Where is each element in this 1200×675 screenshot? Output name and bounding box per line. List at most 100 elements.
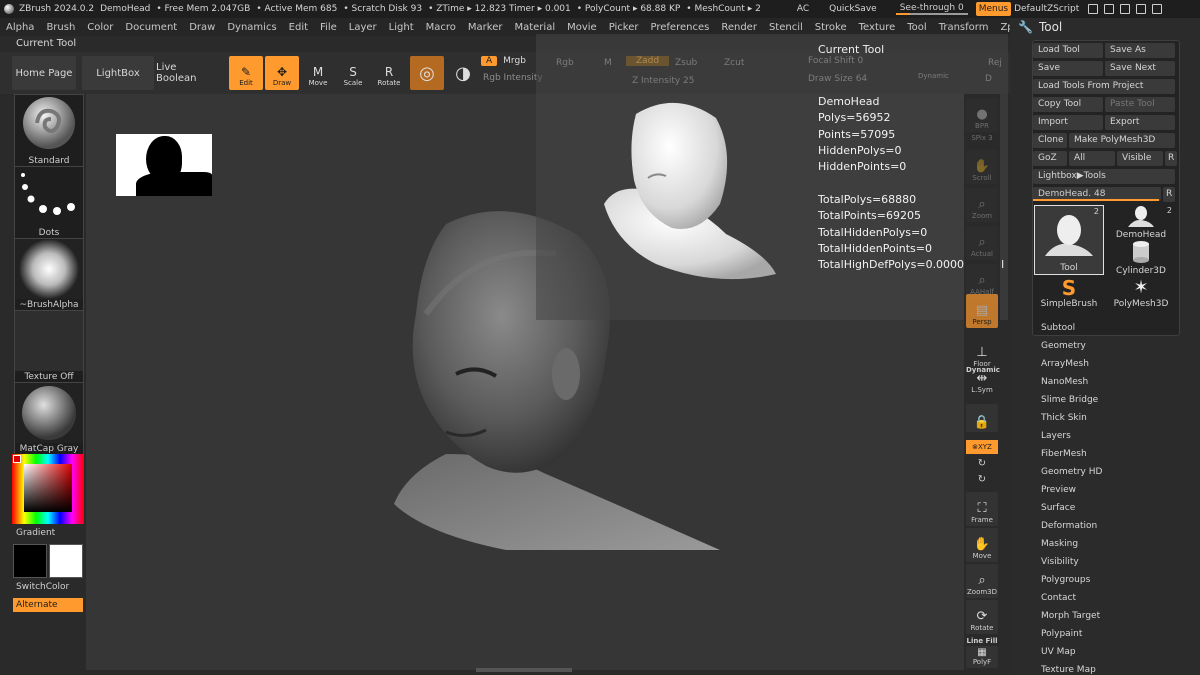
live-boolean-button[interactable]: Live Boolean (156, 56, 218, 90)
a-button[interactable]: A (481, 56, 498, 66)
subpalette-texture-map[interactable]: Texture Map (1041, 665, 1096, 675)
menu-picker[interactable]: Picker (603, 22, 645, 33)
tool-palette-header[interactable]: 🔧 Tool (1018, 20, 1062, 34)
subpalette-morph-target[interactable]: Morph Target (1041, 611, 1100, 621)
menu-texture[interactable]: Texture (853, 22, 902, 33)
goz-r-button[interactable]: R (1165, 151, 1177, 166)
subpalette-visibility[interactable]: Visibility (1041, 557, 1079, 567)
menu-stencil[interactable]: Stencil (763, 22, 809, 33)
window-icon[interactable] (1104, 4, 1115, 14)
clone-button[interactable]: Clone (1033, 133, 1067, 148)
home-page-button[interactable]: Home Page (12, 56, 76, 90)
thumb-polymesh3d[interactable]: ✶ PolyMesh3D (1106, 277, 1176, 313)
menu-edit[interactable]: Edit (283, 22, 314, 33)
ac-button[interactable]: AC (794, 4, 812, 14)
main-color-swatch[interactable] (49, 544, 83, 578)
export-button[interactable]: Export (1105, 115, 1175, 130)
edit-button[interactable]: ✎ Edit (229, 56, 263, 90)
subpalette-polypaint[interactable]: Polypaint (1041, 629, 1082, 639)
zoom3d-button[interactable]: ⌕ Zoom3D (966, 564, 998, 598)
zoom-button[interactable]: ⌕ Zoom (966, 188, 998, 222)
aahalf-button[interactable]: ⌕ AAHalf (966, 264, 998, 298)
lsym-button[interactable]: ⇹ L.Sym (966, 372, 998, 396)
lock-button[interactable]: 🔒 (966, 404, 998, 432)
polyf-button[interactable]: ▦ PolyF (966, 646, 998, 668)
alpha-picker[interactable]: ~BrushAlpha (14, 238, 84, 312)
sculptris-pro-button[interactable]: ◎ (410, 56, 444, 90)
menu-material[interactable]: Material (508, 22, 561, 33)
switchcolor-button[interactable]: SwitchColor (16, 582, 69, 592)
brush-mode-button[interactable]: ◑ (446, 56, 480, 90)
scale-button[interactable]: S Scale (336, 56, 370, 90)
rotate-button[interactable]: R Rotate (372, 56, 406, 90)
all-button[interactable]: All (1069, 151, 1115, 166)
frame-button[interactable]: ⛶ Frame (966, 492, 998, 526)
scroll-button[interactable]: ✋ Scroll (966, 150, 998, 184)
subpalette-arraymesh[interactable]: ArrayMesh (1041, 359, 1089, 369)
rotate-view-button[interactable]: ⟳ Rotate (966, 600, 998, 634)
actual-button[interactable]: ⌕ Actual (966, 226, 998, 260)
tool-slider-r-button[interactable]: R (1163, 187, 1175, 202)
menu-tool[interactable]: Tool (901, 22, 932, 33)
brush-picker[interactable]: Standard (14, 94, 84, 168)
floor-button[interactable]: ⊥ Floor (966, 336, 998, 370)
subpalette-geometry-hd[interactable]: Geometry HD (1041, 467, 1102, 477)
menu-file[interactable]: File (314, 22, 343, 33)
alternate-button[interactable]: Alternate (13, 598, 83, 612)
minimize-icon[interactable] (1120, 4, 1131, 14)
save-as-button[interactable]: Save As (1105, 43, 1175, 58)
subpalette-surface[interactable]: Surface (1041, 503, 1075, 513)
import-button[interactable]: Import (1033, 115, 1103, 130)
mrgb-button[interactable]: Mrgb (503, 56, 526, 66)
rgb-intensity-slider[interactable]: Rgb Intensity (483, 73, 543, 83)
thumb-current-tool[interactable]: 2 Tool (1034, 205, 1104, 275)
lightbox-tools-button[interactable]: Lightbox▶Tools (1033, 169, 1175, 184)
subpalette-layers[interactable]: Layers (1041, 431, 1071, 441)
tool-slider[interactable]: DemoHead. 48 (1033, 187, 1161, 201)
lightbox-button[interactable]: LightBox (82, 56, 154, 90)
secondary-color-swatch[interactable] (13, 544, 47, 578)
menu-brush[interactable]: Brush (40, 22, 81, 33)
texture-picker[interactable]: Texture Off (14, 310, 84, 384)
subpalette-contact[interactable]: Contact (1041, 593, 1076, 603)
thumb-cylinder3d[interactable]: Cylinder3D (1106, 241, 1176, 276)
subpalette-nanomesh[interactable]: NanoMesh (1041, 377, 1088, 387)
menus-button[interactable]: Menus (975, 2, 1012, 16)
subpalette-preview[interactable]: Preview (1041, 485, 1076, 495)
menu-macro[interactable]: Macro (420, 22, 462, 33)
menu-color[interactable]: Color (81, 22, 119, 33)
default-zscript-button[interactable]: DefaultZScript (1011, 4, 1082, 14)
material-picker[interactable]: MatCap Gray (14, 382, 84, 456)
copy-tool-button[interactable]: Copy Tool (1033, 97, 1103, 112)
goz-button[interactable]: GoZ (1033, 151, 1067, 166)
load-tool-button[interactable]: Load Tool (1033, 43, 1103, 58)
menu-draw[interactable]: Draw (183, 22, 221, 33)
maximize-icon[interactable] (1136, 4, 1147, 14)
menu-light[interactable]: Light (383, 22, 420, 33)
draw-button[interactable]: ✥ Draw (265, 56, 299, 90)
persp-button[interactable]: ▤ Persp (966, 294, 998, 328)
layout-icon[interactable] (1088, 4, 1099, 14)
menu-alpha[interactable]: Alpha (0, 22, 40, 33)
subpalette-deformation[interactable]: Deformation (1041, 521, 1097, 531)
menu-document[interactable]: Document (119, 22, 183, 33)
rotate-z-icon[interactable]: ↻ (966, 474, 998, 485)
see-through-slider[interactable]: See-through 0 (895, 3, 968, 15)
subpalette-geometry[interactable]: Geometry (1041, 341, 1086, 351)
see-through-knob[interactable] (895, 13, 910, 15)
paste-tool-button[interactable]: Paste Tool (1105, 97, 1175, 112)
menu-stroke[interactable]: Stroke (809, 22, 853, 33)
load-tools-from-project-button[interactable]: Load Tools From Project (1033, 79, 1175, 94)
spix-slider[interactable]: SPix 3 (966, 134, 998, 142)
visible-button[interactable]: Visible (1117, 151, 1163, 166)
menu-layer[interactable]: Layer (343, 22, 383, 33)
menu-preferences[interactable]: Preferences (645, 22, 716, 33)
color-picker-ring[interactable] (12, 454, 84, 524)
thumb-demohead[interactable]: 2 DemoHead (1106, 205, 1176, 240)
quicksave-button[interactable]: QuickSave (826, 4, 880, 14)
subpalette-masking[interactable]: Masking (1041, 539, 1078, 549)
subpalette-thick-skin[interactable]: Thick Skin (1041, 413, 1087, 423)
xyz-button[interactable]: ⊗XYZ (966, 440, 998, 454)
make-polymesh3d-button[interactable]: Make PolyMesh3D (1069, 133, 1175, 148)
subpalette-slime-bridge[interactable]: Slime Bridge (1041, 395, 1098, 405)
